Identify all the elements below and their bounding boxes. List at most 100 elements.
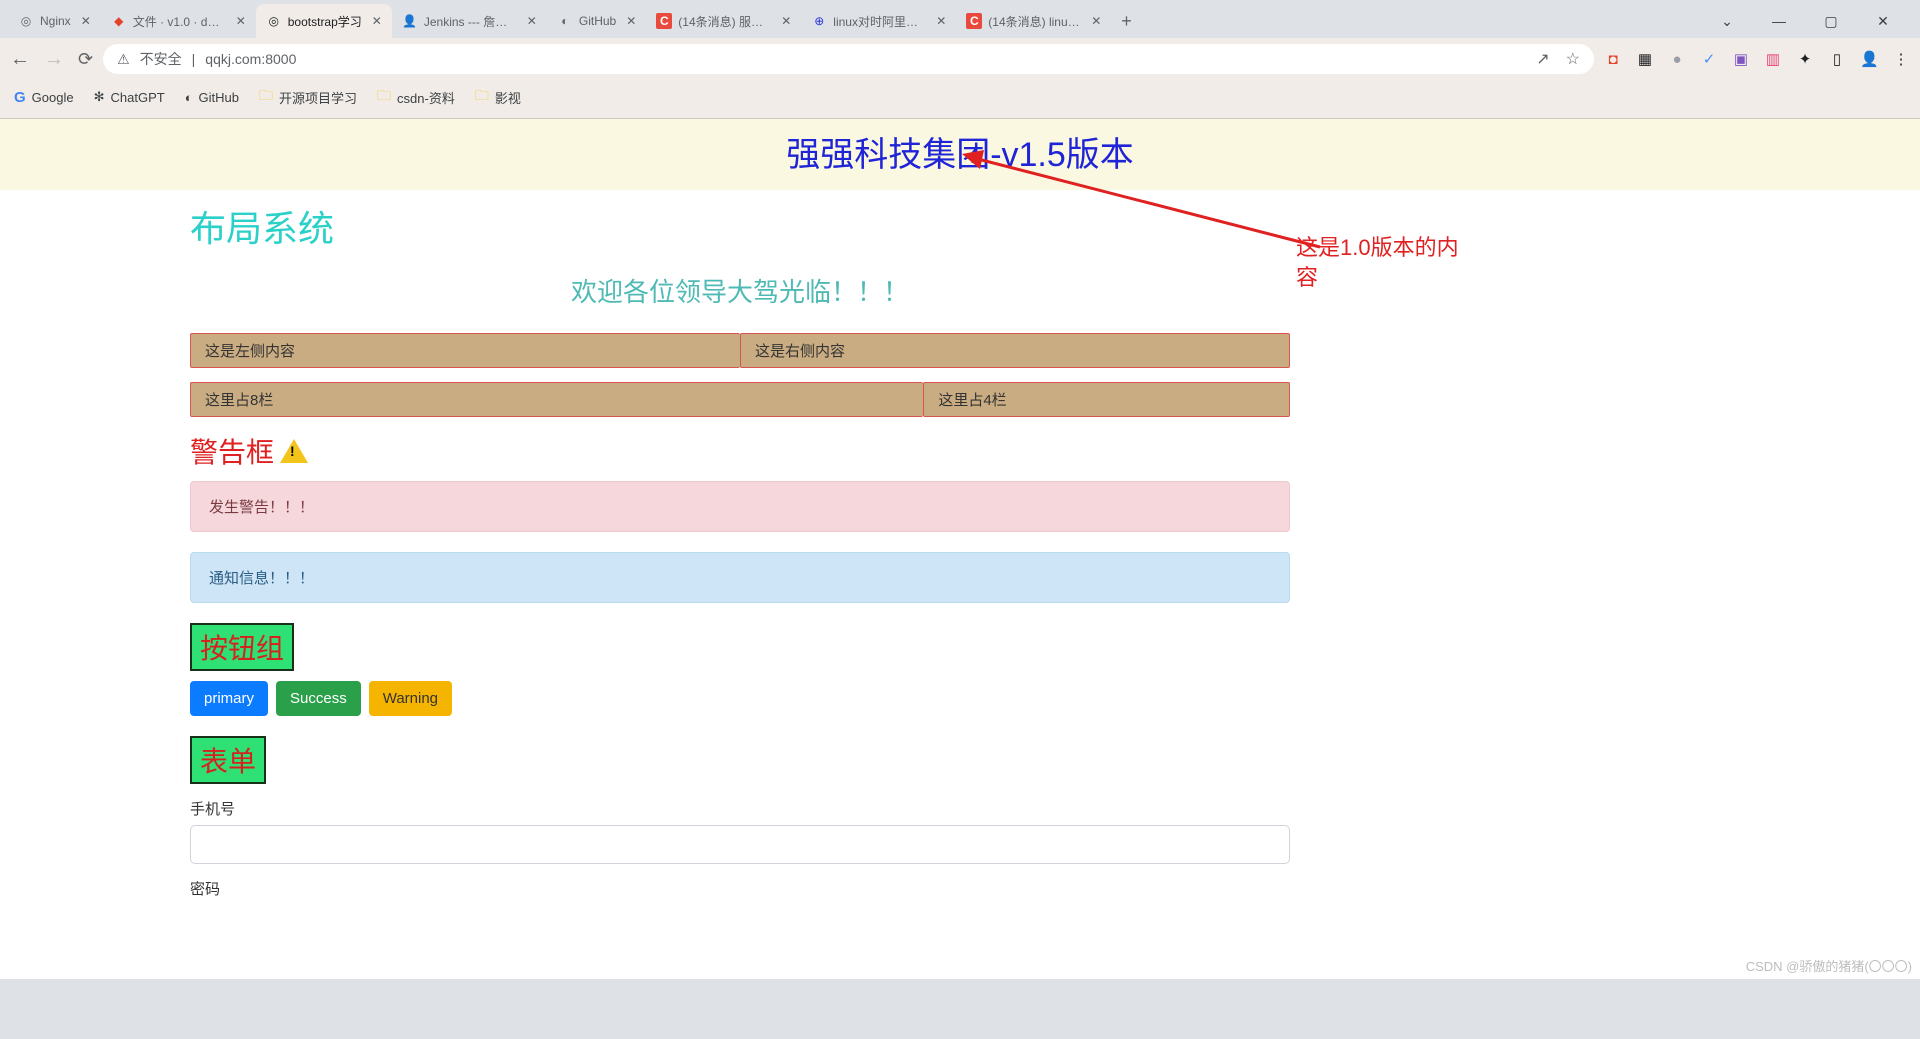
separator: |: [192, 51, 196, 67]
button-group: primary Success Warning: [190, 681, 1290, 716]
annotation-text: 这是1.0版本的内容: [1296, 233, 1466, 292]
tab-title: GitHub: [579, 14, 616, 28]
page-viewport: 强强科技集团-v1.5版本 这是1.0版本的内容 布局系统 欢迎各位领导大驾光临…: [0, 119, 1920, 979]
close-icon[interactable]: ✕: [236, 14, 246, 28]
ext-icon-3[interactable]: ●: [1668, 51, 1686, 68]
primary-button[interactable]: primary: [190, 681, 268, 716]
tab-bootstrap[interactable]: ◎ bootstrap学习 ✕: [256, 4, 392, 38]
success-button[interactable]: Success: [276, 681, 361, 716]
extension-icons: ◘ ▦ ● ✓ ▣ ▥ ✦ ▯ 👤 ⋮: [1604, 50, 1910, 68]
tab-title: Nginx: [40, 14, 71, 28]
form-heading: 表单: [190, 736, 1290, 784]
folder-icon: 🗀: [377, 85, 391, 109]
bookmark-folder-opensource[interactable]: 🗀 开源项目学习: [259, 85, 357, 109]
close-icon[interactable]: ✕: [527, 14, 537, 28]
nav-buttons: ← → ⟳: [10, 48, 93, 71]
ext-icon-5[interactable]: ▣: [1732, 50, 1750, 68]
tab-github[interactable]: ◐ GitHub ✕: [547, 4, 646, 38]
ext-icon-4[interactable]: ✓: [1700, 50, 1718, 68]
reload-button[interactable]: ⟳: [78, 49, 93, 70]
grid-row-1: 这是左侧内容 这是右侧内容: [190, 333, 1290, 368]
bookmark-github[interactable]: ◐ GitHub: [185, 90, 239, 105]
grid-cell-8: 这里占8栏: [190, 382, 923, 417]
close-icon[interactable]: ✕: [781, 14, 791, 28]
folder-icon: 🗀: [259, 85, 273, 109]
close-icon[interactable]: ✕: [626, 14, 636, 28]
grid-row-2: 这里占8栏 这里占4栏: [190, 382, 1290, 417]
phone-label: 手机号: [190, 798, 1290, 819]
bookmark-folder-csdn[interactable]: 🗀 csdn-资料: [377, 85, 455, 109]
baidu-icon: ⊕: [811, 13, 827, 29]
tab-nginx[interactable]: ◎ Nginx ✕: [8, 4, 101, 38]
security-label: 不安全: [140, 49, 182, 69]
chatgpt-icon: ✻: [94, 89, 105, 105]
bookmark-google[interactable]: G Google: [14, 89, 74, 106]
folder-icon: 🗀: [475, 85, 489, 109]
bookmark-label: csdn-资料: [397, 88, 455, 107]
jenkins-icon: 👤: [402, 13, 418, 29]
alert-heading: 警告框: [190, 431, 1290, 471]
buttons-heading: 按钮组: [190, 623, 1290, 671]
tab-jenkins[interactable]: 👤 Jenkins --- 詹金… ✕: [392, 4, 547, 38]
tab-gitlab[interactable]: ◆ 文件 · v1.0 · dev… ✕: [101, 4, 256, 38]
content-container: 布局系统 欢迎各位领导大驾光临！！！ 这是左侧内容 这是右侧内容 这里占8栏 这…: [190, 200, 1290, 899]
tab-title: linux对时阿里云…: [833, 13, 926, 30]
ext-icon-2[interactable]: ▦: [1636, 50, 1654, 68]
github-icon: ◐: [185, 90, 193, 105]
tab-title: Jenkins --- 詹金…: [424, 13, 517, 30]
menu-icon[interactable]: ⋮: [1892, 50, 1910, 68]
close-icon[interactable]: ✕: [936, 14, 946, 28]
profile-icon[interactable]: 👤: [1860, 50, 1878, 68]
star-icon[interactable]: ☆: [1566, 49, 1580, 69]
tab-title: (14条消息) linux…: [988, 13, 1081, 30]
globe-icon: ◎: [18, 13, 34, 29]
password-label: 密码: [190, 878, 1290, 899]
phone-input[interactable]: [190, 825, 1290, 864]
close-icon[interactable]: ✕: [372, 14, 382, 28]
chevron-down-icon[interactable]: ⌄: [1710, 13, 1744, 30]
csdn-icon: C: [966, 13, 982, 29]
close-window-button[interactable]: ✕: [1866, 13, 1900, 30]
new-tab-button[interactable]: +: [1111, 11, 1142, 32]
google-icon: G: [14, 89, 26, 106]
watermark-text: CSDN @骄傲的猪猪(〇〇〇): [1746, 956, 1912, 975]
globe-icon: ◎: [266, 13, 282, 29]
bookmark-folder-video[interactable]: 🗀 影视: [475, 85, 521, 109]
tab-csdn-2[interactable]: C (14条消息) linux… ✕: [956, 4, 1111, 38]
tab-linux-time[interactable]: ⊕ linux对时阿里云… ✕: [801, 4, 956, 38]
page-banner: 强强科技集团-v1.5版本: [0, 119, 1920, 190]
alert-heading-text: 警告框: [190, 431, 274, 471]
browser-chrome: ◎ Nginx ✕ ◆ 文件 · v1.0 · dev… ✕ ◎ bootstr…: [0, 0, 1920, 119]
not-secure-icon: ⚠: [117, 51, 130, 68]
extensions-icon[interactable]: ✦: [1796, 50, 1814, 68]
tab-title: bootstrap学习: [288, 13, 362, 30]
close-icon[interactable]: ✕: [1091, 14, 1101, 28]
minimize-button[interactable]: ―: [1762, 13, 1796, 30]
grid-cell-4: 这里占4栏: [923, 382, 1290, 417]
grid-cell-right: 这是右侧内容: [740, 333, 1290, 368]
forward-button[interactable]: →: [44, 48, 64, 71]
ext-icon-1[interactable]: ◘: [1604, 51, 1622, 68]
ext-icon-6[interactable]: ▥: [1764, 50, 1782, 68]
side-panel-icon[interactable]: ▯: [1828, 50, 1846, 68]
tab-strip: ◎ Nginx ✕ ◆ 文件 · v1.0 · dev… ✕ ◎ bootstr…: [8, 4, 1698, 38]
back-button[interactable]: ←: [10, 48, 30, 71]
bookmark-label: 影视: [495, 88, 521, 107]
bookmark-label: GitHub: [199, 90, 239, 105]
omnibox[interactable]: ⚠ 不安全 | qqkj.com:8000 ↗ ☆: [103, 44, 1594, 74]
maximize-button[interactable]: ▢: [1814, 13, 1848, 30]
close-icon[interactable]: ✕: [81, 14, 91, 28]
welcome-text: 欢迎各位领导大驾光临！！！: [190, 272, 1290, 309]
bookmark-chatgpt[interactable]: ✻ ChatGPT: [94, 89, 165, 105]
alert-danger: 发生警告！！！: [190, 481, 1290, 532]
github-icon: ◐: [557, 13, 573, 29]
titlebar: ◎ Nginx ✕ ◆ 文件 · v1.0 · dev… ✕ ◎ bootstr…: [0, 0, 1920, 38]
window-controls: ⌄ ― ▢ ✕: [1698, 13, 1912, 30]
warning-button[interactable]: Warning: [369, 681, 452, 716]
address-bar: ← → ⟳ ⚠ 不安全 | qqkj.com:8000 ↗ ☆ ◘ ▦ ● ✓ …: [0, 38, 1920, 80]
tab-csdn-1[interactable]: C (14条消息) 服务… ✕: [646, 4, 801, 38]
grid-cell-left: 这是左侧内容: [190, 333, 740, 368]
share-icon[interactable]: ↗: [1536, 49, 1549, 69]
layout-title: 布局系统: [190, 200, 1290, 252]
tab-title: (14条消息) 服务…: [678, 13, 771, 30]
